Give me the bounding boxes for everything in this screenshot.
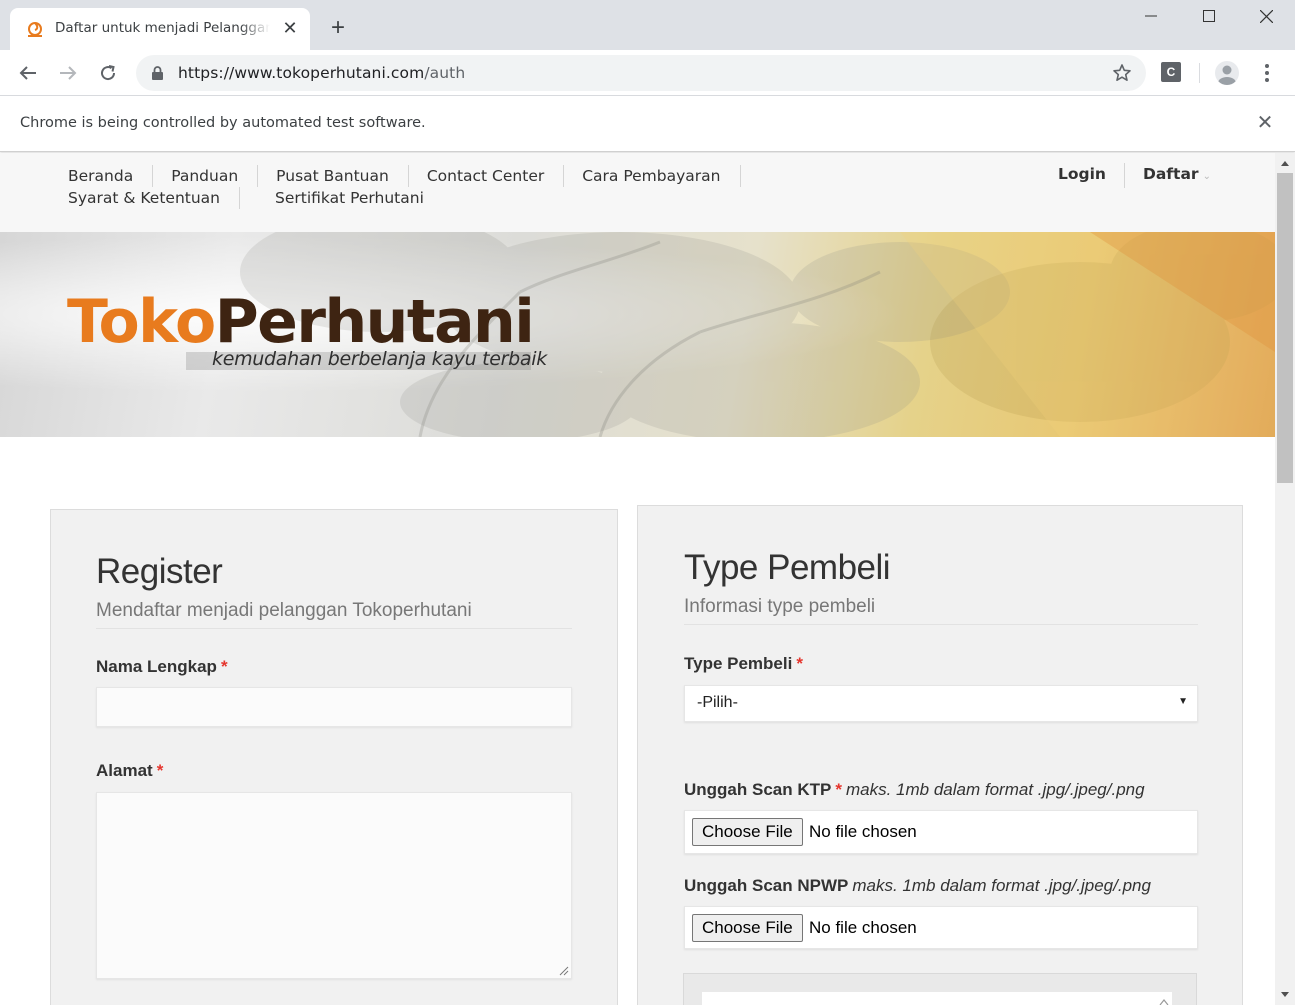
new-tab-button[interactable]: + [324, 14, 352, 42]
alamat-label-text: Alamat [96, 761, 153, 780]
person-icon [1218, 65, 1236, 85]
close-icon [1259, 9, 1273, 23]
ktp-file-input: Choose File No file chosen [684, 810, 1198, 854]
type-pembeli-panel: Type Pembeli Informasi type pembeli Type… [637, 505, 1243, 1005]
minimize-button[interactable] [1122, 0, 1180, 32]
npwp-file-status: No file chosen [809, 918, 917, 937]
lock-icon [152, 66, 163, 80]
type-pembeli-selected: -Pilih- [697, 694, 738, 711]
scrollbar-thumb[interactable] [1277, 173, 1293, 483]
forward-button[interactable] [53, 58, 83, 88]
nav-link-contact-center[interactable]: Contact Center [409, 165, 565, 187]
nav-link-syarat-ketentuan[interactable]: Syarat & Ketentuan [50, 187, 240, 209]
back-button[interactable] [13, 58, 43, 88]
register-divider [96, 628, 572, 629]
nama-lengkap-input[interactable] [96, 687, 572, 727]
ktp-choose-file-button[interactable]: Choose File [692, 818, 803, 846]
scroll-down-icon[interactable] [1275, 987, 1295, 1003]
ktp-upload-label-text: Unggah Scan KTP [684, 780, 832, 799]
bookmark-star-icon[interactable] [1112, 63, 1132, 83]
type-pembeli-divider [684, 624, 1198, 625]
url-path: /auth [424, 64, 466, 82]
register-panel: Register Mendaftar menjadi pelanggan Tok… [50, 509, 618, 1005]
daftar-link[interactable]: Daftar ⌄ [1123, 163, 1229, 188]
reload-button[interactable] [93, 58, 123, 88]
logo-perhutani: Perhutani [214, 287, 535, 357]
ktp-upload-hint: maks. 1mb dalam format .jpg/.jpeg/.png [845, 780, 1145, 799]
nav-link-panduan[interactable]: Panduan [153, 165, 259, 187]
menu-kebab-icon[interactable] [1257, 60, 1277, 86]
forward-arrow-icon [60, 66, 77, 80]
address-bar[interactable]: https://www.tokoperhutani.com/auth [136, 55, 1146, 91]
scroll-up-icon[interactable] [1275, 155, 1295, 171]
type-pembeli-label-text: Type Pembeli [684, 654, 793, 673]
nama-lengkap-label: Nama Lengkap * [96, 657, 228, 677]
browser-tabstrip: Daftar untuk menjadi Pelanggan Tokoperhu… [0, 0, 1295, 50]
infobar-close-icon[interactable]: ✕ [1254, 112, 1276, 134]
ktp-upload-label: Unggah Scan KTP * maks. 1mb dalam format .… [684, 780, 1145, 800]
nav-links: Beranda Panduan Pusat Bantuan Contact Ce… [50, 165, 930, 209]
hero-banner: TokoPerhutani kemudahan berbelanja kayu … [0, 232, 1275, 437]
chevron-down-icon: ⌄ [1202, 171, 1211, 182]
resize-handle-icon[interactable] [559, 966, 569, 976]
browser-tab[interactable]: Daftar untuk menjadi Pelanggan Tokoperhu… [10, 8, 310, 50]
daftar-label: Daftar [1142, 165, 1199, 183]
chevron-up-icon [1159, 999, 1169, 1005]
nav-link-cara-pembayaran[interactable]: Cara Pembayaran [564, 165, 741, 187]
automation-infobar: Chrome is being controlled by automated … [0, 96, 1295, 152]
auth-links: Login Daftar ⌄ [1040, 163, 1229, 188]
page-scrollbar[interactable] [1275, 153, 1295, 1005]
required-marker: * [796, 654, 803, 673]
maximize-icon [1203, 10, 1215, 22]
infobar-message: Chrome is being controlled by automated … [20, 115, 426, 131]
npwp-upload-label: Unggah Scan NPWP maks. 1mb dalam format .… [684, 876, 1151, 896]
close-window-button[interactable] [1237, 0, 1295, 32]
npwp-file-input: Choose File No file chosen [684, 906, 1198, 949]
npwp-upload-hint: maks. 1mb dalam format .jpg/.jpeg/.png [852, 876, 1151, 895]
required-marker: * [220, 657, 228, 676]
extension-icon[interactable]: C [1161, 62, 1181, 82]
ktp-file-status: No file chosen [809, 822, 917, 841]
additional-info-field[interactable] [702, 992, 1172, 1005]
minimize-icon [1145, 15, 1157, 17]
nav-link-sertifikat[interactable]: Sertifikat Perhutani [257, 187, 443, 209]
npwp-upload-label-text: Unggah Scan NPWP [684, 876, 849, 895]
url-text: https://www.tokoperhutani.com/auth [178, 64, 465, 82]
additional-info-box [683, 973, 1197, 1005]
register-subtitle: Mendaftar menjadi pelanggan Tokoperhutan… [96, 600, 472, 621]
type-pembeli-subtitle: Informasi type pembeli [684, 596, 876, 617]
register-title: Register [96, 552, 223, 591]
required-marker: * [835, 780, 842, 799]
tab-close-icon[interactable]: ✕ [280, 18, 300, 38]
type-pembeli-label: Type Pembeli * [684, 654, 803, 674]
page-viewport: Beranda Panduan Pusat Bantuan Contact Ce… [0, 153, 1275, 1005]
tab-title: Daftar untuk menjadi Pelanggan Tokoperhu… [55, 20, 270, 36]
nama-lengkap-label-text: Nama Lengkap [96, 657, 217, 676]
login-link[interactable]: Login [1040, 163, 1124, 188]
maximize-button[interactable] [1180, 0, 1238, 32]
reload-icon [101, 65, 116, 81]
back-arrow-icon [19, 66, 36, 80]
nav-link-pusat-bantuan[interactable]: Pusat Bantuan [258, 165, 409, 187]
browser-toolbar: https://www.tokoperhutani.com/auth C [0, 50, 1295, 96]
toolbar-divider [1199, 63, 1200, 83]
logo-toko: Toko [67, 287, 216, 357]
site-logo[interactable]: TokoPerhutani [67, 292, 535, 352]
alamat-label: Alamat * [96, 761, 163, 781]
nav-link-beranda[interactable]: Beranda [50, 165, 154, 187]
type-pembeli-title: Type Pembeli [684, 548, 891, 587]
profile-avatar-icon[interactable] [1215, 61, 1239, 85]
npwp-choose-file-button[interactable]: Choose File [692, 914, 803, 942]
required-marker: * [156, 761, 164, 780]
alamat-textarea[interactable] [96, 792, 572, 979]
dropdown-arrow-icon: ▼ [1178, 696, 1188, 707]
type-pembeli-select[interactable]: -Pilih- ▼ [684, 685, 1198, 722]
site-top-nav: Beranda Panduan Pusat Bantuan Contact Ce… [0, 153, 1275, 232]
url-host: https://www.tokoperhutani.com [178, 64, 425, 82]
site-favicon-icon [28, 22, 42, 37]
site-tagline: kemudahan berbelanja kayu terbaik [212, 348, 547, 370]
